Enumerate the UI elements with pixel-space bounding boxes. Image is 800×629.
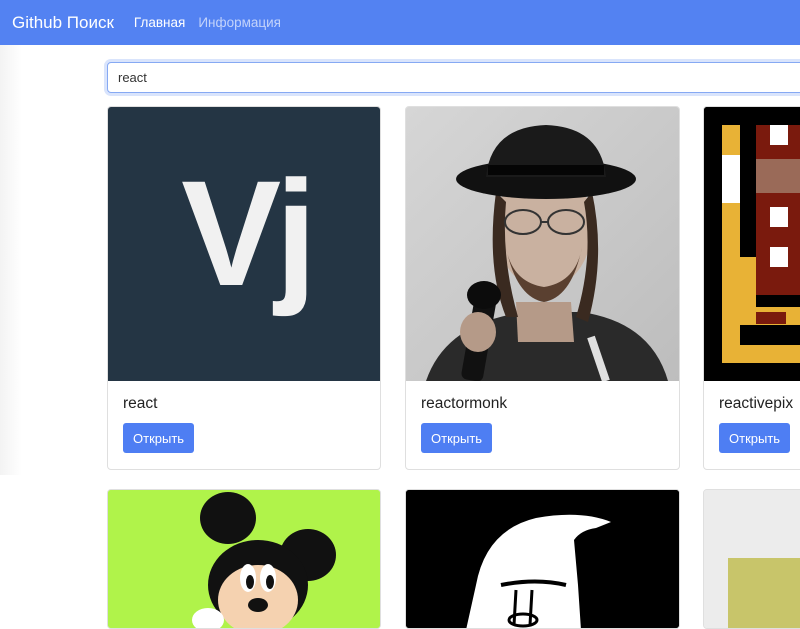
user-card: Vj react Открыть: [107, 106, 381, 470]
vj-logo-text: Vj: [181, 149, 311, 317]
pixel-art-icon: [704, 107, 800, 381]
user-avatar: Vj: [108, 107, 380, 381]
open-button[interactable]: Открыть: [421, 423, 493, 453]
user-card: [107, 489, 381, 629]
vj-logo-icon: Vj: [181, 149, 317, 317]
user-card: [405, 489, 680, 629]
user-card: reactivepix Открыть: [703, 106, 800, 470]
olive-square-icon: [704, 490, 800, 628]
brand-logo[interactable]: Github Поиск: [12, 13, 114, 33]
navbar: Github Поиск Главная Информация: [0, 0, 800, 45]
user-card: reactormonk Открыть: [405, 106, 680, 470]
user-login: reactivepix: [719, 395, 794, 412]
open-button[interactable]: Открыть: [123, 423, 195, 453]
user-card: [703, 489, 800, 629]
user-login: reactormonk: [421, 395, 508, 412]
user-login: react: [123, 395, 158, 412]
nav-link-info[interactable]: Информация: [198, 15, 281, 30]
user-avatar: [406, 107, 679, 381]
search-input[interactable]: [108, 63, 800, 92]
sidebar-shadow: [0, 45, 22, 475]
nav-link-home[interactable]: Главная: [134, 15, 185, 30]
user-avatar: [406, 490, 679, 628]
user-avatar: [704, 107, 800, 381]
person-photo-icon: [406, 107, 679, 381]
user-avatar: [704, 490, 800, 628]
wizard-icon: [406, 490, 679, 628]
search-box: [107, 62, 800, 93]
user-avatar: [108, 490, 380, 628]
mickey-mouse-icon: [108, 490, 380, 628]
open-button[interactable]: Открыть: [719, 423, 791, 453]
